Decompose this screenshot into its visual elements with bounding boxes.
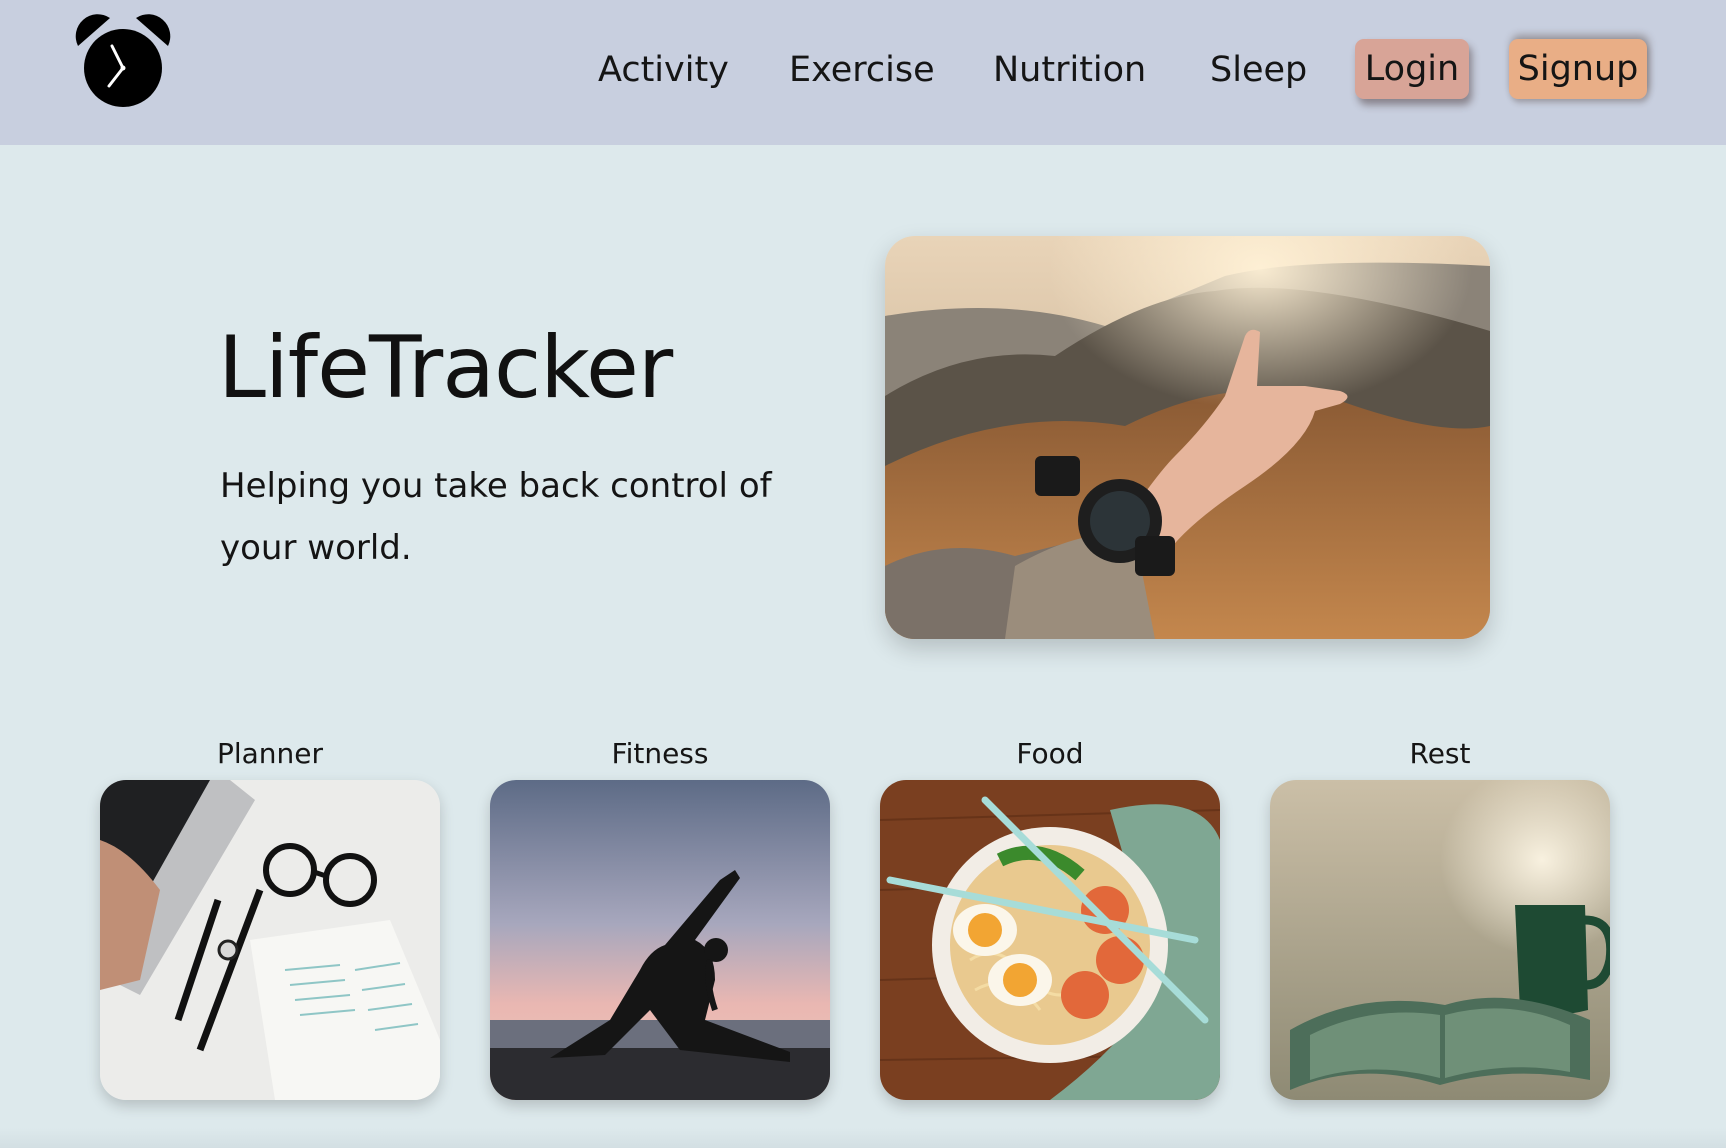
hero-watch-image — [885, 236, 1490, 639]
nav-activity-link[interactable]: Activity — [598, 40, 729, 100]
food-card-image[interactable] — [880, 780, 1220, 1100]
nav-sleep-link[interactable]: Sleep — [1210, 40, 1307, 100]
top-navbar: Activity Exercise Nutrition Sleep Login … — [0, 0, 1726, 145]
card-label-rest: Rest — [1409, 737, 1471, 770]
card-label-fitness: Fitness — [611, 737, 709, 770]
page-bottom-edge — [0, 1128, 1726, 1148]
rest-card-image[interactable] — [1270, 780, 1610, 1100]
card-label-food: Food — [1016, 737, 1084, 770]
hero-subtitle: Helping you take back control of your wo… — [220, 466, 772, 568]
planner-card-image[interactable] — [100, 780, 440, 1100]
hero-title: LifeTracker — [218, 318, 673, 418]
signup-button[interactable]: Signup — [1509, 39, 1647, 99]
nav-nutrition-link[interactable]: Nutrition — [993, 40, 1146, 100]
login-button[interactable]: Login — [1355, 39, 1469, 99]
card-label-planner: Planner — [216, 737, 324, 770]
nav-exercise-link[interactable]: Exercise — [789, 40, 935, 100]
fitness-card-image[interactable] — [490, 780, 830, 1100]
alarm-clock-icon[interactable] — [70, 12, 176, 108]
